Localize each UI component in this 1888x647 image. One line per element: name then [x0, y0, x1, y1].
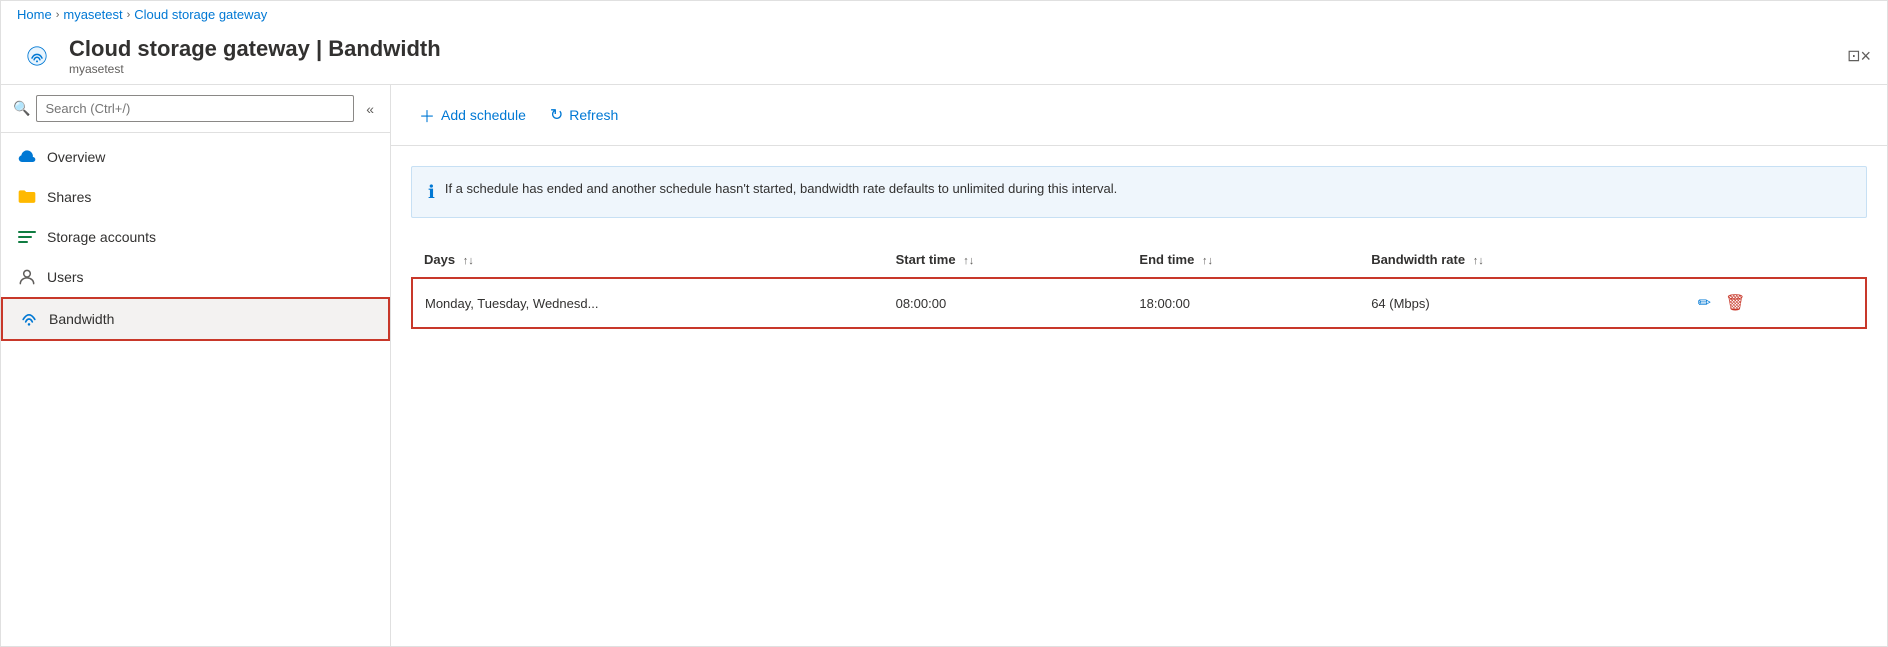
breadcrumb-sep-1: › [56, 9, 60, 21]
refresh-icon: ↻ [550, 105, 563, 125]
table-row: Monday, Tuesday, Wednesd... 08:00:00 18:… [412, 278, 1866, 328]
sidebar-item-label-shares: Shares [47, 189, 91, 205]
breadcrumb-home[interactable]: Home [17, 7, 52, 22]
plus-icon: ＋ [419, 103, 435, 127]
sidebar-item-users[interactable]: Users [1, 257, 390, 297]
sidebar-item-shares[interactable]: Shares [1, 177, 390, 217]
sort-icon-bandwidth-rate: ↑↓ [1473, 255, 1484, 267]
column-header-bandwidth-rate[interactable]: Bandwidth rate ↑↓ [1359, 242, 1683, 278]
toolbar: ＋ Add schedule ↻ Refresh [391, 85, 1887, 146]
column-header-days[interactable]: Days ↑↓ [412, 242, 884, 278]
sidebar-item-label-users: Users [47, 269, 84, 285]
page-subtitle: myasetest [69, 62, 1835, 76]
page-header: Cloud storage gateway | Bandwidth myaset… [1, 28, 1887, 85]
sort-icon-start-time: ↑↓ [963, 255, 974, 267]
main-layout: 🔍 « Overview [1, 85, 1887, 646]
column-header-start-time[interactable]: Start time ↑↓ [884, 242, 1128, 278]
content-area: ＋ Add schedule ↻ Refresh ℹ If a schedule… [391, 85, 1887, 646]
cell-days: Monday, Tuesday, Wednesd... [412, 278, 884, 328]
column-header-actions [1684, 242, 1866, 278]
delete-button[interactable]: 🗑 [1723, 291, 1747, 315]
bandwidth-table: Days ↑↓ Start time ↑↓ End time ↑↓ [411, 242, 1867, 329]
info-icon: ℹ [428, 182, 435, 203]
breadcrumb: Home › myasetest › Cloud storage gateway [1, 1, 1887, 28]
sidebar-item-overview[interactable]: Overview [1, 137, 390, 177]
breadcrumb-sep-2: › [127, 9, 131, 21]
table-header-row: Days ↑↓ Start time ↑↓ End time ↑↓ [412, 242, 1866, 278]
header-icon [17, 36, 57, 76]
sidebar-item-label-storage: Storage accounts [47, 229, 156, 245]
sidebar-navigation: Overview Shares [1, 133, 390, 345]
header-title-block: Cloud storage gateway | Bandwidth myaset… [69, 36, 1835, 76]
folder-icon [17, 187, 37, 207]
cell-start-time: 08:00:00 [884, 278, 1128, 328]
wifi-icon [19, 309, 39, 329]
sidebar-item-label-overview: Overview [47, 149, 105, 165]
breadcrumb-myasetest[interactable]: myasetest [63, 7, 122, 22]
cell-bandwidth-rate: 64 (Mbps) [1359, 278, 1683, 328]
sidebar: 🔍 « Overview [1, 85, 391, 646]
breadcrumb-current: Cloud storage gateway [134, 7, 267, 22]
storage-icon [17, 227, 37, 247]
edit-button[interactable]: ✏ [1696, 291, 1713, 315]
cloud-icon [17, 147, 37, 167]
sort-icon-end-time: ↑↓ [1202, 255, 1213, 267]
close-button[interactable]: × [1860, 46, 1871, 67]
cloud-storage-gateway-icon [27, 46, 47, 66]
search-icon: 🔍 [13, 100, 30, 117]
info-banner: ℹ If a schedule has ended and another sc… [411, 166, 1867, 218]
sort-icon-days: ↑↓ [463, 255, 474, 267]
sidebar-search-container: 🔍 « [1, 85, 390, 133]
info-banner-text: If a schedule has ended and another sche… [445, 181, 1117, 196]
print-icon[interactable]: ⊡ [1847, 46, 1860, 66]
sidebar-item-bandwidth[interactable]: Bandwidth [1, 297, 390, 341]
cell-end-time: 18:00:00 [1127, 278, 1359, 328]
user-icon [17, 267, 37, 287]
sidebar-collapse-button[interactable]: « [362, 97, 378, 121]
column-header-end-time[interactable]: End time ↑↓ [1127, 242, 1359, 278]
action-icons: ✏ 🗑 [1696, 291, 1853, 315]
page-title: Cloud storage gateway | Bandwidth [69, 36, 1835, 62]
add-schedule-button[interactable]: ＋ Add schedule [411, 97, 534, 133]
content-body: ℹ If a schedule has ended and another sc… [391, 146, 1887, 349]
refresh-button[interactable]: ↻ Refresh [542, 99, 626, 131]
sidebar-item-label-bandwidth: Bandwidth [49, 311, 114, 327]
sidebar-item-storage-accounts[interactable]: Storage accounts [1, 217, 390, 257]
cell-actions: ✏ 🗑 [1684, 278, 1866, 328]
search-input[interactable] [36, 95, 354, 122]
